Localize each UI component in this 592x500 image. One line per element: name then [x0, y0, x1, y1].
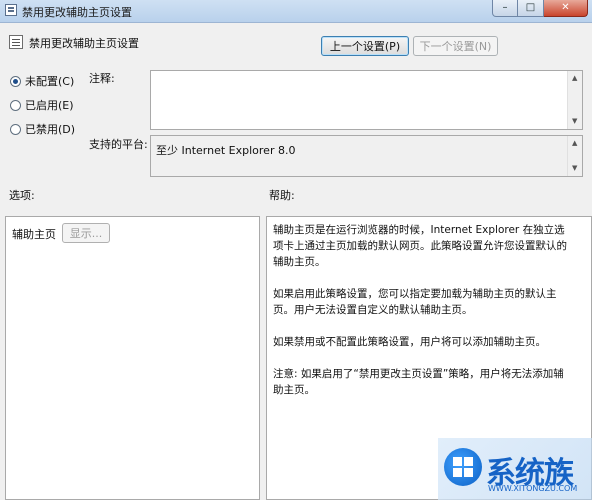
help-paragraph: 注意: 如果启用了“禁用更改主页设置”策略，用户将无法添加辅助主页。	[273, 368, 564, 396]
next-setting-button[interactable]: 下一个设置(N)	[413, 36, 498, 56]
previous-setting-button[interactable]: 上一个设置(P)	[321, 36, 409, 56]
watermark-url: WWW.XITONGZU.COM	[488, 484, 578, 493]
show-button[interactable]: 显示...	[62, 223, 110, 243]
app-icon	[5, 4, 17, 16]
radio-label: 已启用(E)	[25, 99, 74, 112]
secondary-homepage-label: 辅助主页	[12, 228, 56, 241]
options-panel: 辅助主页 显示...	[5, 216, 260, 500]
radio-indicator	[10, 123, 21, 135]
radio-label: 已禁用(D)	[25, 123, 76, 136]
policy-name: 禁用更改辅助主页设置	[29, 37, 139, 50]
radio-indicator	[10, 99, 21, 111]
scroll-down-icon[interactable]: ▼	[572, 118, 577, 125]
radio-disabled[interactable]: 已禁用(D)	[10, 121, 75, 137]
window-controls: – □ ✕	[492, 0, 588, 18]
comment-scrollbar[interactable]: ▲ ▼	[567, 71, 582, 129]
scroll-down-icon[interactable]: ▼	[572, 165, 577, 172]
minimize-button[interactable]: –	[492, 0, 518, 17]
policy-icon	[9, 35, 23, 49]
options-section-label: 选项:	[9, 189, 35, 202]
help-paragraph: 如果禁用或不配置此策略设置，用户将可以添加辅助主页。	[273, 336, 546, 348]
supported-platform-box: 至少 Internet Explorer 8.0 ▲ ▼	[150, 135, 583, 177]
title-bar: 禁用更改辅助主页设置 – □ ✕	[0, 0, 592, 23]
help-section-label: 帮助:	[269, 189, 295, 202]
supported-platform-value: 至少 Internet Explorer 8.0	[156, 144, 296, 157]
scroll-up-icon[interactable]: ▲	[572, 140, 577, 147]
windows-logo-icon	[444, 448, 482, 486]
maximize-button[interactable]: □	[518, 0, 544, 17]
help-text: 辅助主页是在运行浏览器的时候，Internet Explorer 在独立选项卡上…	[273, 222, 573, 414]
comment-textbox[interactable]: ▲ ▼	[150, 70, 583, 130]
comment-label: 注释:	[89, 72, 115, 85]
window-title: 禁用更改辅助主页设置	[22, 6, 132, 19]
close-button[interactable]: ✕	[544, 0, 588, 17]
scroll-up-icon[interactable]: ▲	[572, 75, 577, 82]
radio-enabled[interactable]: 已启用(E)	[10, 97, 74, 113]
radio-label: 未配置(C)	[25, 75, 75, 88]
supported-platform-label: 支持的平台:	[89, 138, 148, 151]
radio-indicator	[10, 75, 21, 87]
supported-scrollbar[interactable]: ▲ ▼	[567, 136, 582, 176]
help-paragraph: 如果启用此策略设置，您可以指定要加载为辅助主页的默认主页。用户无法设置自定义的默…	[273, 288, 557, 316]
radio-not-configured[interactable]: 未配置(C)	[10, 73, 74, 89]
maximize-icon: □	[525, 2, 536, 13]
minimize-icon: –	[502, 2, 508, 13]
help-paragraph: 辅助主页是在运行浏览器的时候，Internet Explorer 在独立选项卡上…	[273, 224, 567, 268]
watermark: 系统族 WWW.XITONGZU.COM	[438, 438, 592, 500]
close-icon: ✕	[561, 2, 570, 13]
